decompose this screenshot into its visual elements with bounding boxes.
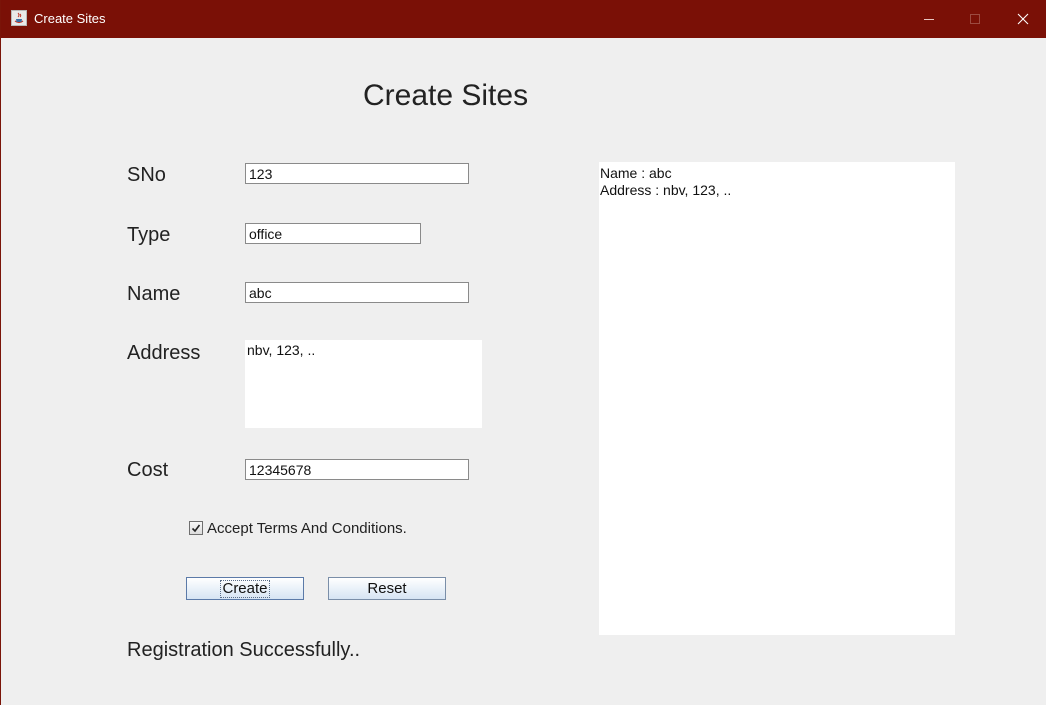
create-sites-window: Create Sites Create Sites SNo Type Name …	[0, 0, 1046, 705]
maximize-icon	[970, 14, 980, 24]
type-label: Type	[127, 224, 171, 246]
minimize-icon	[924, 19, 934, 20]
status-message: Registration Successfully..	[127, 639, 361, 661]
close-button[interactable]	[1000, 0, 1046, 38]
title-bar[interactable]: Create Sites	[1, 0, 1046, 38]
cost-input[interactable]	[245, 459, 469, 480]
cost-label: Cost	[127, 459, 169, 481]
type-input[interactable]	[245, 223, 421, 244]
page-title: Create Sites	[363, 79, 529, 112]
create-button[interactable]: Create	[186, 577, 304, 600]
minimize-button[interactable]	[906, 0, 952, 38]
window-title: Create Sites	[34, 11, 106, 26]
check-icon	[191, 524, 201, 533]
java-icon	[11, 10, 27, 26]
terms-checkbox-label: Accept Terms And Conditions.	[207, 520, 407, 537]
create-button-label: Create	[220, 580, 270, 598]
sno-input[interactable]	[245, 163, 469, 184]
address-textarea[interactable]: nbv, 123, ..	[245, 340, 482, 428]
output-line-address: Address : nbv, 123, ..	[600, 182, 732, 198]
name-input[interactable]	[245, 282, 469, 303]
close-icon	[1017, 13, 1029, 25]
reset-button[interactable]: Reset	[328, 577, 446, 600]
output-line-name: Name : abc	[600, 165, 672, 181]
address-label: Address	[127, 342, 201, 364]
sno-label: SNo	[127, 164, 166, 186]
output-text-area[interactable]: Name : abc Address : nbv, 123, ..	[599, 162, 955, 635]
terms-checkbox[interactable]	[189, 521, 203, 535]
maximize-button[interactable]	[952, 0, 998, 38]
name-label: Name	[127, 283, 181, 305]
